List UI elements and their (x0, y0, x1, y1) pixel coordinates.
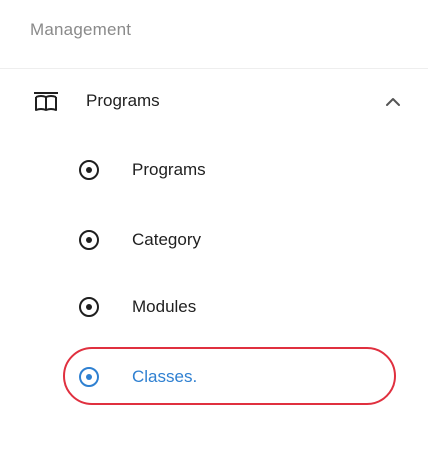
sidebar-group-programs[interactable]: Programs (0, 78, 428, 126)
sidebar: Management Programs Programs Category Mo… (0, 0, 428, 451)
sidebar-item-label: Modules (132, 297, 197, 316)
radio-dot-icon (78, 366, 100, 388)
chevron-up-icon[interactable] (384, 93, 402, 111)
sidebar-item-classes[interactable]: Classes. (66, 355, 396, 399)
sidebar-item-modules[interactable]: Modules (66, 285, 396, 329)
section-title: Management (30, 20, 132, 39)
sidebar-item-label: Programs (132, 160, 206, 179)
radio-dot-icon (78, 296, 100, 318)
divider (0, 68, 428, 69)
book-open-icon (30, 88, 62, 114)
sidebar-item-label: Category (132, 230, 201, 249)
sidebar-group-label: Programs (86, 91, 160, 110)
radio-dot-icon (78, 229, 100, 251)
sidebar-item-programs[interactable]: Programs (66, 148, 396, 192)
sidebar-item-label: Classes. (132, 367, 198, 386)
sidebar-item-category[interactable]: Category (66, 218, 396, 262)
radio-dot-icon (78, 159, 100, 181)
